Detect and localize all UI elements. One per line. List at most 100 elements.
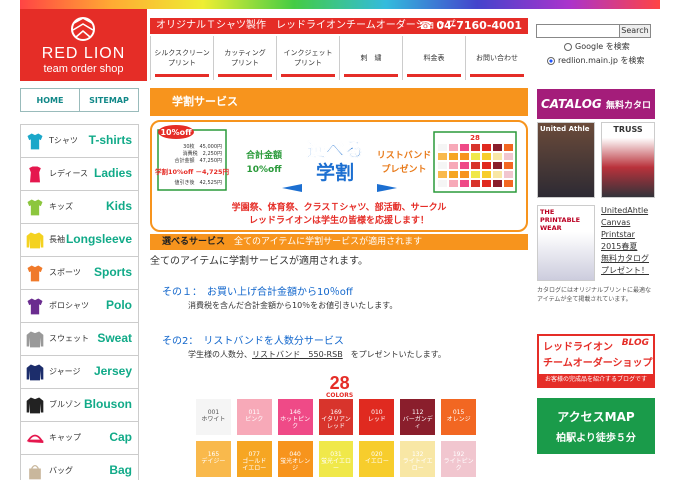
swatch-011: 011 ピンク [236,399,272,435]
swatch-name: ホワイト [201,416,226,423]
radio-icon [564,42,572,51]
nav-item-2[interactable]: インクジェット プリント [276,36,339,80]
student-discount-banner[interactable]: 10%off 30枚 45,000円 消費税 2,250円 合計金額 47,25… [150,120,528,232]
logo-subtitle: team order shop [43,63,124,75]
swatch-020: 020 イエロー [359,441,395,477]
home-link[interactable]: HOME [21,89,79,111]
banner-foot-2: レッドライオンは学生の皆様を応援します！ [249,214,429,226]
mini-swatch [482,144,491,151]
category-blouson[interactable]: ブルゾン Blouson [20,388,139,421]
swatch-040: 040 蛍光オレンジ [277,441,313,477]
category-en-label: Polo [106,298,132,312]
banner-count: 28 [470,134,480,142]
page-title: 学割サービス [150,88,528,116]
mini-swatch [460,180,469,187]
mini-swatch [460,171,469,178]
mini-swatch [493,153,502,160]
mini-swatch [460,153,469,160]
nav-item-4[interactable]: 料金表 [402,36,465,80]
nav-item-3[interactable]: 刺 繍 [339,36,402,80]
sitemap-link[interactable]: SITEMAP [79,89,138,111]
phone-number[interactable]: ☎ 04-7160-4001 [419,18,522,34]
category-jersey[interactable]: ジャージ Jersey [20,355,139,388]
colors-count: 28 [329,373,350,393]
catalog-thumb-truss[interactable]: TRUSS [601,122,655,198]
category-list: Tシャツ T-shirts レディース Ladies キッズ Kids 長袖 Longslee… [20,124,139,480]
service-2-text-b: をプレゼントいたします。 [350,350,446,359]
category-en-label: Jersey [93,364,132,378]
service-2-text: 学生様の人数分、リストバンド 550-RSB をプレゼントいたします。 [188,349,446,360]
sub-header: 選べるサービス 全てのアイテムに学割サービスが適用されます [150,234,528,250]
swatch-name: ライトイエロー [402,458,433,472]
mini-swatch [438,180,447,187]
swatch-165: 165 デイジー [196,441,231,477]
service-1-text: 消費税を含んだ合計金額から10％をお値引きいたします。 [188,301,398,310]
category-jp-label: レディース [49,169,89,178]
category-cap[interactable]: キャップ Cap [20,421,139,454]
access-map-banner[interactable]: アクセスMAP 柏駅より徒歩５分 [537,398,655,454]
catalog-link[interactable]: UnitedAhtle Canvas Printstar 2015春夏 無料カタ… [601,205,657,277]
mini-swatch [482,153,491,160]
center-main-1: 選べる [306,139,363,161]
mini-swatch [482,180,491,187]
site-logo[interactable]: RED LION team order shop [20,9,147,81]
swatch-code: 165 [207,451,220,458]
category-bag[interactable]: バッグ Bag [20,454,139,480]
mini-swatch [493,180,502,187]
mini-swatch [460,162,469,169]
logo-title: RED LION [41,45,126,62]
mini-swatch [504,144,513,151]
ladies-icon [29,166,41,183]
category-en-label: Cap [109,430,132,444]
category-ladies[interactable]: レディース Ladies [20,157,139,190]
blouson-icon [26,397,44,414]
map-title: アクセスMAP [557,410,635,424]
swatch-010: 010 レッド [359,399,395,435]
mini-swatches [438,144,513,187]
sports-icon [27,265,43,282]
swatch-name: 蛍光オレンジ [280,458,311,472]
radio-selected-icon [547,56,555,65]
category-sports[interactable]: スポーツ Sports [20,256,139,289]
category-en-label: Sweat [97,331,132,345]
polo-icon [27,298,43,315]
swatch-code: 192 [452,451,465,458]
sweat-icon [26,331,44,348]
service-1-title: その１： お買い上げ合計金額から10％off [162,287,353,298]
mini-swatch [449,180,458,187]
blog-banner[interactable]: レッドライオン BLOG チームオーダーショップ お客様の完成品を紹介するブログ… [537,334,655,388]
radio-site[interactable]: redlion.main.jp を検索 [547,55,644,66]
radio-google[interactable]: Google を検索 [564,41,630,52]
sub-header-text: 全てのアイテムに学割サービスが適用されます [234,237,423,247]
lion-icon [71,17,95,41]
mini-swatch [438,171,447,178]
nav-item-0[interactable]: シルクスクリーン プリント [150,36,213,80]
nav-item-5[interactable]: お問い合わせ [465,36,528,80]
catalog-thumb-printable-wear[interactable]: THE PRINTABLE WEAR [537,205,595,281]
category-sweat[interactable]: スウェット Sweat [20,322,139,355]
service-2-title: その2： リストバンドを人数分サービス [162,336,344,347]
swatch-code: 031 [330,451,342,458]
mini-swatch [471,144,480,151]
category-jp-label: Tシャツ [49,136,78,145]
category-polo[interactable]: ポロシャツ Polo [20,289,139,322]
catalog-header[interactable]: CATALOG 無料カタログ [537,89,655,143]
swatch-code: 146 [289,409,301,416]
mini-swatch [449,162,458,169]
category-kids[interactable]: キッズ Kids [20,190,139,223]
calc-row-2: 消費税 2,250円 [183,150,222,157]
swatch-name: ホットピンク [280,416,311,430]
catalog-thumb-united-athle[interactable]: United Athle [537,122,595,198]
pct-badge: 10%off [160,128,192,137]
category-en-label: Blouson [84,397,132,411]
search-button[interactable]: Search [619,24,651,38]
category-t-shirts[interactable]: Tシャツ T-shirts [20,124,139,157]
mini-swatch [482,171,491,178]
wristband-link[interactable]: リストバンド 550-RSB [252,350,343,359]
nav-item-1[interactable]: カッティング プリント [213,36,276,80]
banner-foot-1: 学園祭、体育祭、クラスＴシャツ、部活動、サークル [232,201,447,213]
map-subtitle: 柏駅より徒歩５分 [556,433,636,444]
category-longsleeve[interactable]: 長袖 Longsleeve [20,223,139,256]
mini-swatch [504,180,513,187]
blog-line3: お客様の完成品を紹介するブログです [539,374,653,386]
